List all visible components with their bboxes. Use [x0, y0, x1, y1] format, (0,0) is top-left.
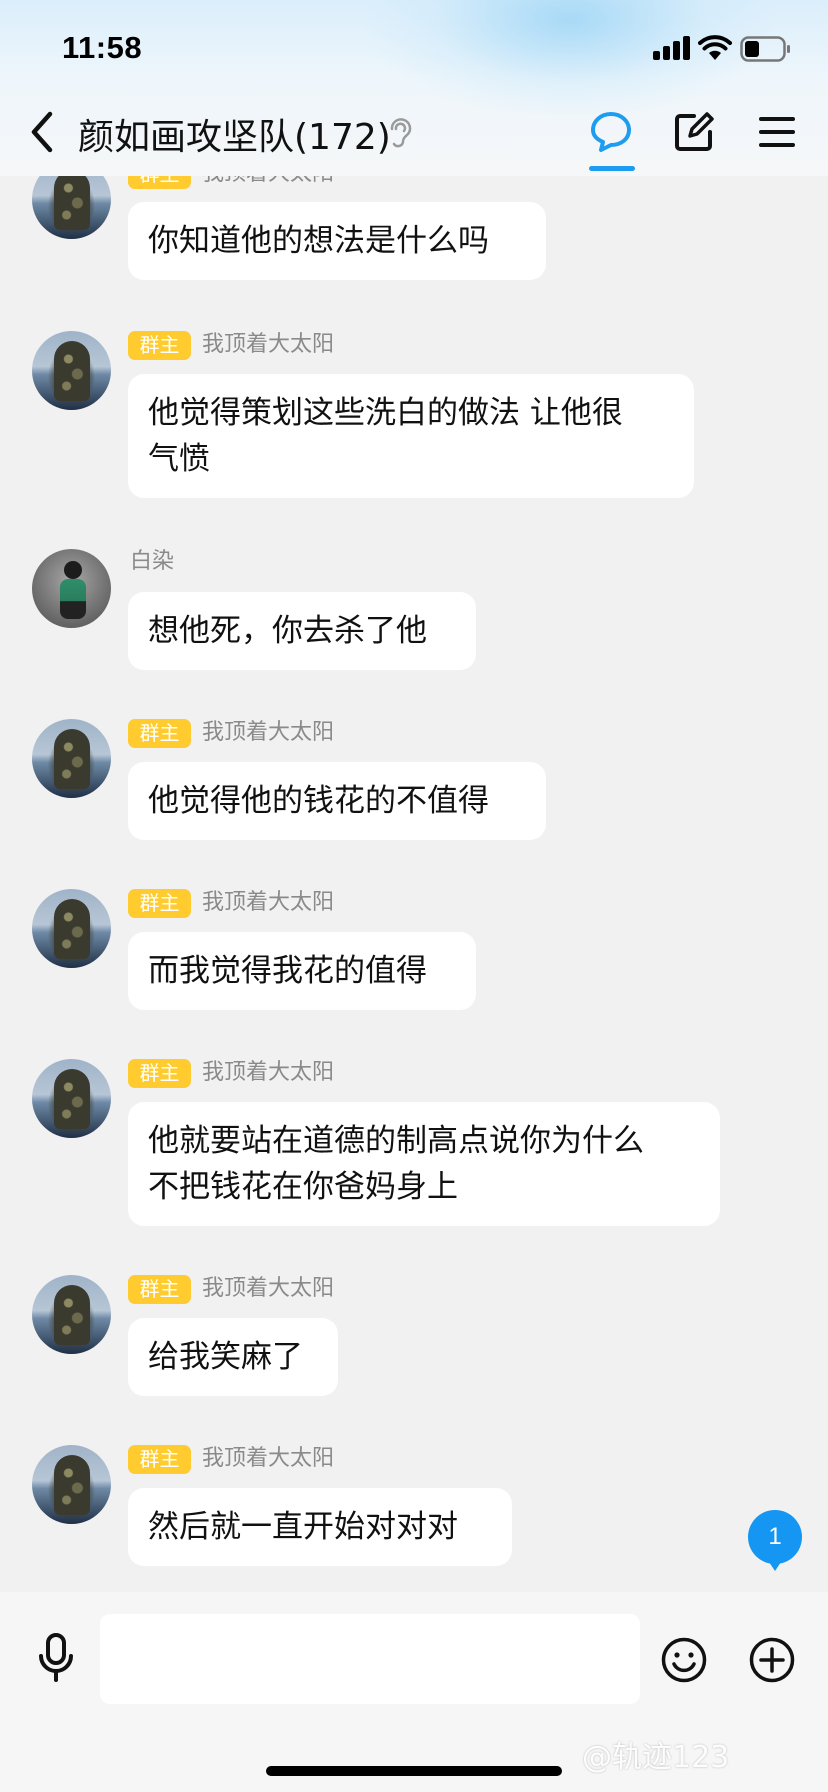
- chat-tab-indicator: [589, 166, 635, 171]
- message-text: 而我觉得我花的值得: [148, 953, 427, 989]
- sender-name: 我顶着大太阳: [202, 890, 335, 915]
- owner-badge: 群主: [128, 1445, 191, 1474]
- message-bubble[interactable]: 想他死，你去杀了他: [128, 592, 476, 670]
- chat-area[interactable]: 群主 我顶着大太阳 你知道他的想法是什么吗 群主 我顶着大太阳 他觉得策划这些洗…: [0, 176, 828, 1592]
- sender-name: 我顶着大太阳: [202, 1060, 335, 1085]
- signal-icon: [653, 36, 691, 60]
- group-title: 颜如画攻坚队(172): [78, 117, 391, 158]
- battery-icon: [740, 36, 790, 62]
- message-bubble[interactable]: 你知道他的想法是什么吗: [128, 202, 546, 280]
- avatar[interactable]: [32, 176, 111, 239]
- menu-icon[interactable]: [757, 112, 797, 152]
- owner-badge: 群主: [128, 889, 191, 918]
- message-bubble[interactable]: 而我觉得我花的值得: [128, 932, 476, 1010]
- message-bubble[interactable]: 然后就一直开始对对对: [128, 1488, 512, 1566]
- input-bar: @轨迹123: [0, 1592, 828, 1792]
- owner-badge: 群主: [128, 1275, 191, 1304]
- message-text: 想他死，你去杀了他: [148, 613, 427, 649]
- avatar[interactable]: [32, 1445, 111, 1524]
- sender-name: 我顶着大太阳: [202, 332, 335, 357]
- message-text: 他觉得策划这些洗白的做法 让他很: [148, 395, 623, 431]
- sender-name: 我顶着大太阳: [202, 176, 334, 189]
- owner-badge: 群主: [128, 719, 191, 748]
- owner-badge: 群主: [128, 1059, 191, 1088]
- sender-name: 白染: [130, 549, 175, 574]
- message-text: 不把钱花在你爸妈身上: [148, 1169, 458, 1205]
- chat-icon[interactable]: [589, 110, 633, 154]
- avatar[interactable]: [32, 1059, 111, 1138]
- mic-icon[interactable]: [36, 1632, 76, 1684]
- message-text: 气愤: [148, 441, 210, 477]
- message-text: 他就要站在道德的制高点说你为什么: [148, 1123, 644, 1159]
- sender-name: 我顶着大太阳: [202, 1446, 335, 1471]
- avatar[interactable]: [32, 1275, 111, 1354]
- watermark: @轨迹123: [582, 1740, 730, 1775]
- sender-name: 我顶着大太阳: [202, 1276, 335, 1301]
- wifi-icon: [698, 35, 732, 60]
- owner-badge: 群主: [128, 331, 191, 360]
- unread-count-badge[interactable]: 1: [748, 1510, 802, 1571]
- ear-icon[interactable]: [385, 116, 415, 150]
- owner-badge: 群主: [128, 176, 191, 189]
- message-bubble[interactable]: 他就要站在道德的制高点说你为什么 不把钱花在你爸妈身上: [128, 1102, 720, 1226]
- message-bubble[interactable]: 给我笑麻了: [128, 1318, 338, 1396]
- back-icon[interactable]: [26, 108, 60, 156]
- message-text: 你知道他的想法是什么吗: [148, 223, 489, 259]
- status-time: 11:58: [62, 30, 143, 65]
- home-indicator[interactable]: [266, 1766, 562, 1776]
- avatar[interactable]: [32, 719, 111, 798]
- top-bar: 11:58 颜如画攻坚队(172): [0, 0, 828, 176]
- avatar[interactable]: [32, 549, 111, 628]
- plus-icon[interactable]: [748, 1636, 796, 1684]
- sender-name: 我顶着大太阳: [202, 720, 335, 745]
- message-bubble[interactable]: 他觉得他的钱花的不值得: [128, 762, 546, 840]
- avatar[interactable]: [32, 889, 111, 968]
- message-bubble[interactable]: 他觉得策划这些洗白的做法 让他很 气愤: [128, 374, 694, 498]
- avatar[interactable]: [32, 331, 111, 410]
- edit-icon[interactable]: [672, 110, 716, 154]
- message-input[interactable]: [100, 1614, 640, 1704]
- message-text: 然后就一直开始对对对: [148, 1509, 458, 1545]
- emoji-icon[interactable]: [660, 1636, 708, 1684]
- message-text: 他觉得他的钱花的不值得: [148, 783, 489, 819]
- message-text: 给我笑麻了: [148, 1339, 303, 1375]
